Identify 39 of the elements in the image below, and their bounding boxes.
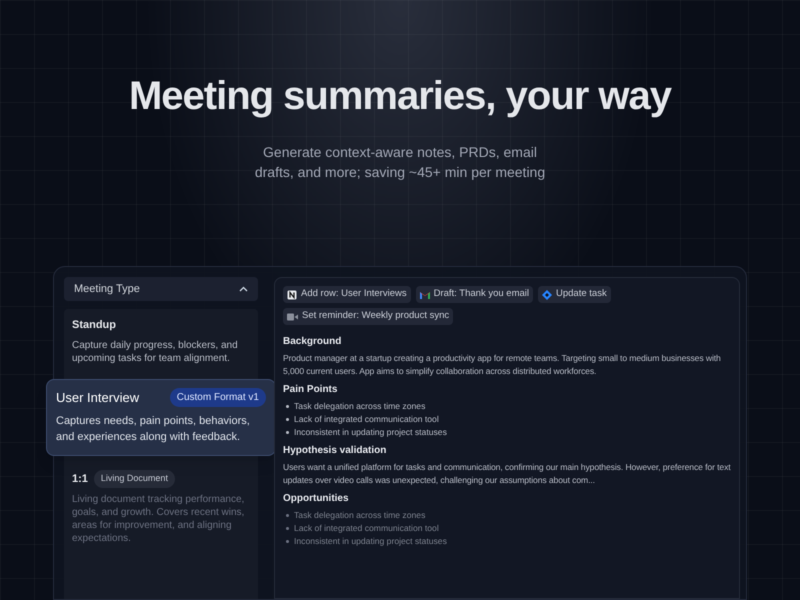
meeting-type-description: Capture daily progress, blockers, and upcoming tasks for team alignment. bbox=[72, 338, 239, 364]
bullet-text: Inconsistent in updating project statuses bbox=[294, 535, 447, 548]
meeting-type-title: 1:1 bbox=[72, 472, 88, 486]
bullet-icon bbox=[286, 540, 289, 543]
format-badge: Custom Format v1 bbox=[170, 388, 266, 407]
section-heading: Hypothesis validation bbox=[283, 444, 388, 458]
action-chip[interactable]: Update task bbox=[538, 286, 611, 303]
bullet-icon bbox=[286, 418, 289, 421]
meeting-type-description: Captures needs, pain points, behaviors, and experiences along with feedback. bbox=[56, 414, 251, 445]
section-heading: Background bbox=[283, 335, 342, 349]
section-heading: Opportunities bbox=[283, 492, 350, 506]
section-text: Product manager at a startup creating a productivity app for remote teams. Targeting small to medium businesses with 5,000 current users. App aims to simplify collaboration across distributed workforces. bbox=[283, 352, 722, 378]
section-text: Users want a unified platform for tasks and communication, confirming our main hypothesis. However, preference for text updates over video calls was unexpected, challenging our assumptions about com... bbox=[283, 461, 731, 487]
meeting-type-description: Living document tracking performance, goals, and growth. Covers recent wins, areas for improvement, and aligning expectations. bbox=[72, 492, 246, 544]
action-chip[interactable]: Draft: Thank you email bbox=[416, 286, 533, 303]
bullet-text: Lack of integrated communication tool bbox=[294, 522, 439, 535]
meeting-type-title: User Interview bbox=[56, 388, 140, 406]
meeting-type-card[interactable]: User Interview Custom Format v1 Captures needs, pain points, behaviors, and experiences along with feedback. bbox=[46, 378, 276, 456]
bullet-text: Lack of integrated communication tool bbox=[294, 413, 439, 426]
bullet-text: Inconsistent in updating project statuses bbox=[294, 426, 447, 439]
section-heading: Pain Points bbox=[283, 383, 338, 397]
diamond-icon bbox=[542, 290, 552, 300]
bullet-text: Task delegation across time zones bbox=[294, 400, 426, 413]
meeting-type-item[interactable]: 1:1 Living Document Living document tracking performance, goals, and growth. Covers recent wins, areas for improvement, and aligning expectations. bbox=[64, 462, 258, 552]
meeting-type-item[interactable]: Standup Capture daily progress, blockers, and upcoming tasks for team alignment. bbox=[64, 309, 258, 372]
action-chip[interactable]: Add row: User Interviews bbox=[283, 286, 411, 303]
bullet-icon bbox=[286, 514, 289, 517]
bullet-icon bbox=[286, 527, 289, 530]
meeting-type-title: Standup bbox=[72, 318, 116, 333]
bullet-icon bbox=[286, 405, 289, 408]
video-camera-icon bbox=[287, 312, 298, 320]
hero-subtitle: Generate context-aware notes, PRDs, email drafts, and more; saving ~45+ min per meeting bbox=[254, 143, 546, 182]
chevron-icon bbox=[239, 286, 248, 292]
bullet-icon bbox=[286, 431, 289, 434]
hero-title: Meeting summaries, your way bbox=[128, 73, 672, 120]
meeting-type-dropdown[interactable]: Meeting Type bbox=[64, 277, 258, 301]
bullet-text: Task delegation across time zones bbox=[294, 509, 426, 522]
format-badge: Living Document bbox=[94, 470, 175, 488]
action-chip[interactable]: Set reminder: Weekly product sync bbox=[283, 308, 454, 325]
